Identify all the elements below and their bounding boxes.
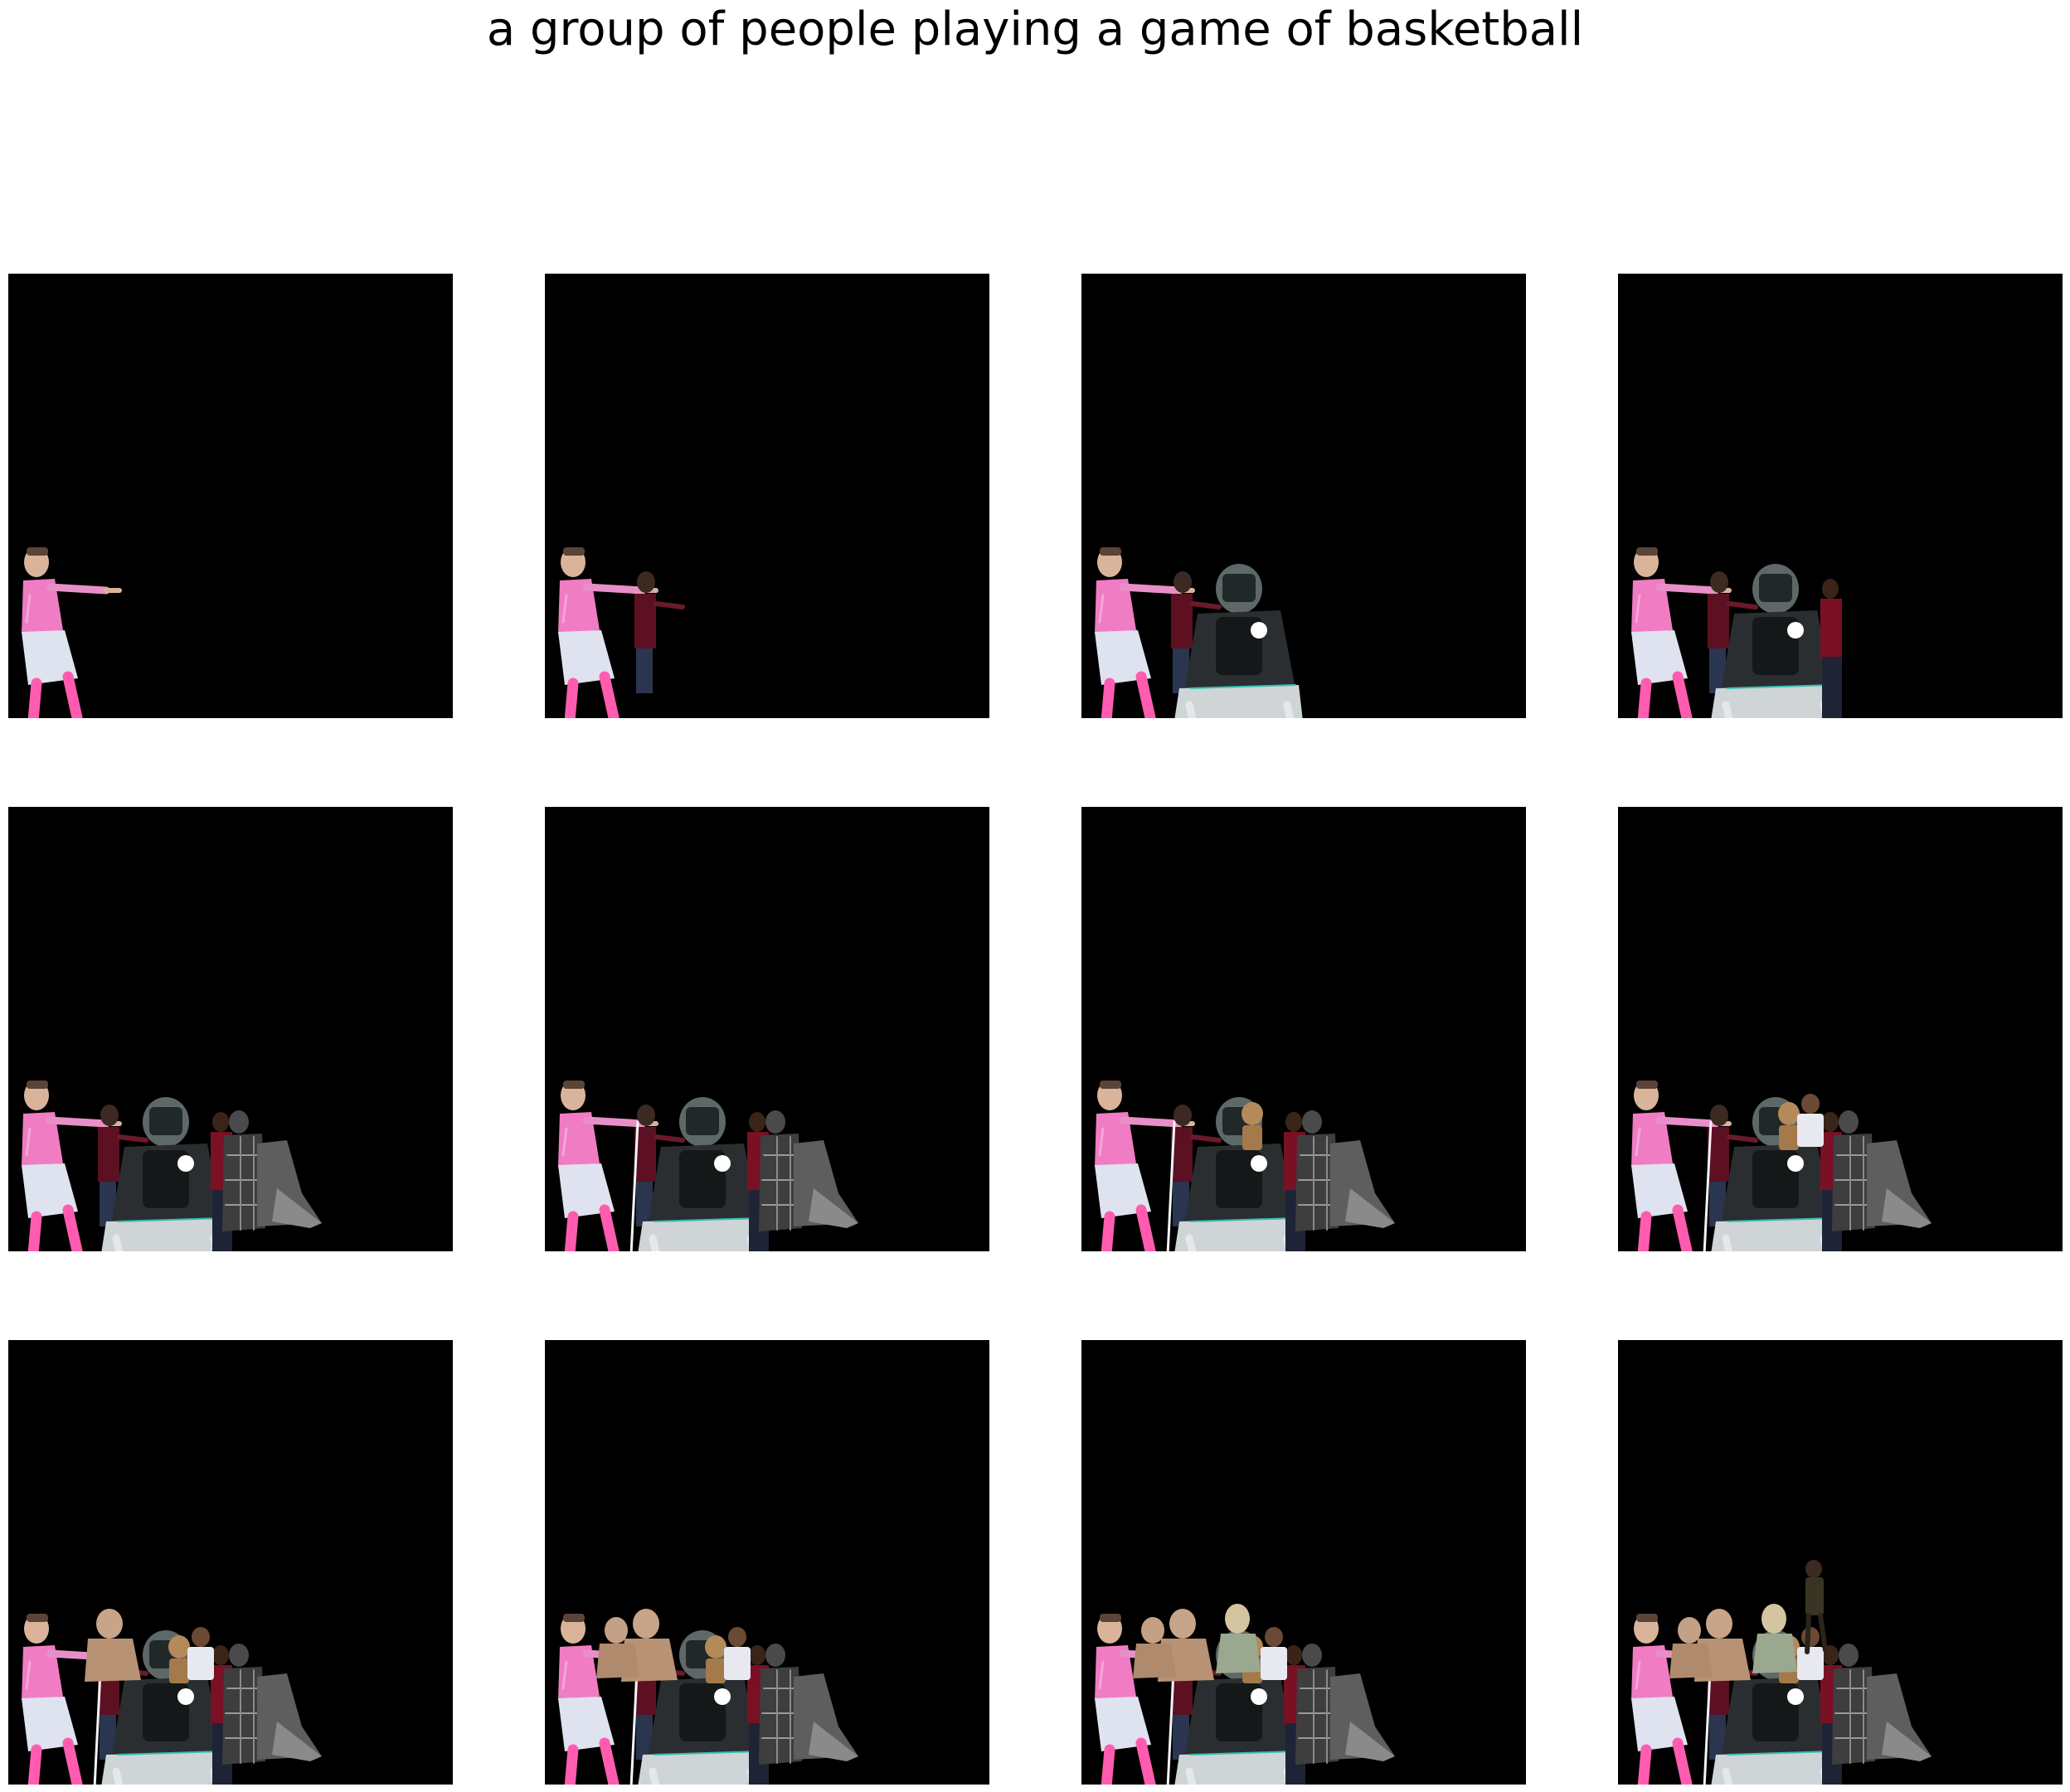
image-panel-1 bbox=[8, 274, 453, 718]
tan-figure bbox=[705, 1635, 726, 1683]
panel-image bbox=[1618, 1340, 2063, 1785]
panel-image bbox=[1081, 1340, 1526, 1785]
panel-image bbox=[1618, 807, 2063, 1251]
image-panel-3 bbox=[1081, 274, 1526, 718]
panel-image bbox=[8, 274, 453, 718]
tan-figure bbox=[168, 1635, 190, 1683]
image-panel-2 bbox=[545, 274, 989, 718]
figure-title: a group of people playing a game of bask… bbox=[486, 2, 1584, 56]
tan-figure bbox=[1242, 1102, 1263, 1150]
panel-image bbox=[1618, 274, 2063, 718]
image-panel-5 bbox=[8, 807, 453, 1251]
image-panel-6 bbox=[545, 807, 989, 1251]
image-panel-4 bbox=[1618, 274, 2063, 718]
panel-image bbox=[545, 1340, 989, 1785]
panel-image bbox=[1081, 274, 1526, 718]
image-panel-7 bbox=[1081, 807, 1526, 1251]
panel-image bbox=[8, 1340, 453, 1785]
image-panel-12 bbox=[1618, 1340, 2063, 1785]
image-panel-9 bbox=[8, 1340, 453, 1785]
image-panel-11 bbox=[1081, 1340, 1526, 1785]
panel-image bbox=[545, 274, 989, 718]
image-panel-8 bbox=[1618, 807, 2063, 1251]
image-panel-10 bbox=[545, 1340, 989, 1785]
tan-figure bbox=[1778, 1102, 1800, 1150]
panel-image bbox=[1081, 807, 1526, 1251]
panel-image bbox=[8, 807, 453, 1251]
panel-image bbox=[545, 807, 989, 1251]
